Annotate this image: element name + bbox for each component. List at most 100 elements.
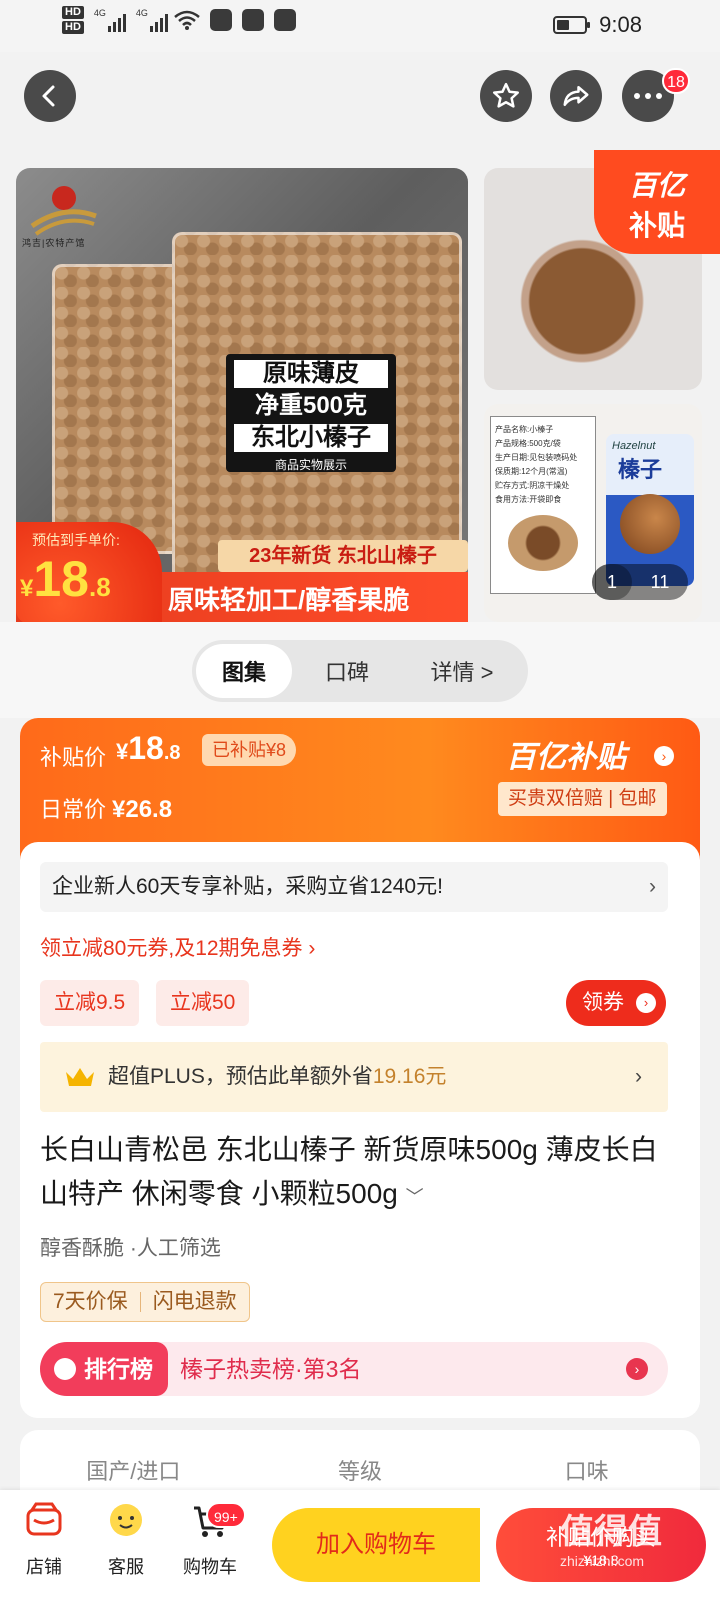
info-line: 产品规格:500克/袋 bbox=[495, 439, 561, 448]
chevron-right-icon: › bbox=[635, 1065, 642, 1088]
estimated-price-tag: 预估到手单价: ¥18.8 bbox=[16, 522, 162, 624]
guarantee-price-protect: 7天价保 bbox=[53, 1290, 128, 1313]
pager-total: 11 bbox=[650, 571, 670, 592]
daily-price-label: 日常价 bbox=[40, 797, 107, 822]
estimated-price-label: 预估到手单价: bbox=[32, 532, 120, 548]
hazelnut-bag-nut bbox=[620, 494, 680, 554]
status-right: 9:08 bbox=[553, 12, 642, 38]
coupon-chip-2[interactable]: 立减50 bbox=[156, 980, 250, 1026]
product-label: 原味薄皮 净重500克 东北小榛子 商品实物展示 bbox=[226, 354, 396, 472]
service-guarantees[interactable]: 7天价保 闪电退款 bbox=[40, 1282, 250, 1322]
app-notification-icon bbox=[241, 9, 264, 31]
price-card-body: 企业新人60天专享补贴，采购立省1240元! › 领立减80元券,及12期免息券… bbox=[20, 842, 700, 1418]
get-coupon-button[interactable]: 领券 › bbox=[566, 980, 666, 1026]
ranking-label: 排行榜 bbox=[40, 1342, 168, 1396]
subsidy-price: ¥18.8 bbox=[116, 730, 181, 767]
plus-savings-banner[interactable]: 超值PLUS，预估此单额外省19.16元 › bbox=[40, 1042, 668, 1112]
shop-button[interactable]: 店铺 bbox=[4, 1500, 84, 1579]
spec-flavor: 口味 bbox=[564, 1459, 609, 1484]
battery-icon bbox=[553, 16, 591, 34]
share-button[interactable] bbox=[550, 70, 602, 122]
more-icon bbox=[634, 93, 662, 99]
subsidy-price-int: 18 bbox=[128, 730, 164, 766]
chevron-right-icon: › bbox=[649, 875, 656, 898]
hazelnut-bag-cn: 榛子 bbox=[618, 457, 663, 482]
hd-icon-2: HD bbox=[62, 21, 84, 34]
daily-price: ¥26.8 bbox=[112, 796, 173, 823]
share-icon bbox=[563, 86, 589, 106]
tab-reviews[interactable]: 口碑 bbox=[292, 644, 402, 698]
estimated-price: ¥18.8 bbox=[20, 550, 111, 608]
hazelnut-bag-en: Hazelnut bbox=[612, 440, 656, 452]
add-to-cart-button[interactable]: 加入购物车 bbox=[272, 1508, 480, 1582]
yiyi-subsidy-link[interactable]: 百亿补贴 bbox=[506, 732, 626, 776]
ranking-label-text: 排行榜 bbox=[84, 1356, 153, 1382]
shop-logo-caption: 鸿吉|农特产馆 bbox=[22, 238, 86, 248]
signal-2-label: 4G bbox=[135, 8, 148, 18]
status-time: 9:08 bbox=[599, 12, 642, 37]
product-tags: 醇香酥脆 ·人工筛选 bbox=[40, 1237, 221, 1260]
chevron-down-icon: ﹀ bbox=[405, 1187, 424, 1207]
info-card: 产品名称:小榛子 产品规格:500克/袋 生产日期:见包装喷码处 保质期:12个… bbox=[490, 416, 596, 594]
status-bar: HD HD 4G 4G 9:08 bbox=[0, 0, 720, 52]
chevron-right-icon[interactable]: › bbox=[654, 746, 674, 766]
yiyi-badge-line-2: 补贴 bbox=[628, 210, 685, 241]
message-notification-icon bbox=[273, 9, 296, 31]
coupon-chip-1[interactable]: 立减9.5 bbox=[40, 980, 140, 1026]
tab-details[interactable]: 详情 > bbox=[402, 644, 522, 698]
info-line: 贮存方式:阴凉干燥处 bbox=[495, 481, 570, 490]
watermark: 值得值 zhizhizhi.com bbox=[560, 1500, 720, 1600]
favorite-button[interactable] bbox=[480, 70, 532, 122]
signal-1-label: 4G bbox=[93, 8, 106, 18]
coupon-link[interactable]: 领立减80元券,及12期免息券 › bbox=[40, 932, 315, 962]
info-line: 保质期:12个月(常温) bbox=[495, 467, 568, 476]
yiyi-badge-line-1: 百亿 bbox=[628, 170, 685, 201]
star-icon bbox=[493, 82, 519, 108]
price-card: 补贴价 ¥18.8 已补贴¥8 日常价 ¥26.8 百亿补贴 › 买贵双倍赔 | … bbox=[20, 718, 700, 1418]
enterprise-subsidy-banner[interactable]: 企业新人60天专享补贴，采购立省1240元! › bbox=[40, 862, 668, 912]
back-button[interactable] bbox=[24, 70, 76, 122]
label-line-2: 净重500克 bbox=[234, 392, 388, 420]
label-line-3: 东北小榛子 bbox=[234, 424, 388, 452]
enterprise-subsidy-text: 企业新人60天专享补贴，采购立省1240元! bbox=[52, 875, 443, 898]
ranking-banner[interactable]: 排行榜 榛子热卖榜·第3名 › bbox=[40, 1342, 668, 1396]
gallery-pager: 1 11 bbox=[592, 564, 688, 600]
yiyi-subsidy-badge: 百亿 补贴 bbox=[594, 150, 720, 254]
status-left: HD HD 4G 4G bbox=[62, 6, 296, 34]
tab-gallery[interactable]: 图集 bbox=[196, 644, 292, 698]
estimated-price-yen: ¥ bbox=[20, 575, 34, 602]
spec-grade: 等级 bbox=[338, 1459, 383, 1484]
spec-origin: 国产/进口 bbox=[86, 1459, 181, 1484]
label-line-1: 原味薄皮 bbox=[234, 360, 388, 388]
estimated-price-int: 18 bbox=[33, 551, 89, 607]
get-coupon-label: 领券 bbox=[582, 991, 624, 1014]
daily-price-row: 日常价 ¥26.8 bbox=[40, 792, 172, 824]
chevron-right-icon: › bbox=[626, 1358, 648, 1380]
guarantee-fast-refund: 闪电退款 bbox=[152, 1290, 237, 1313]
cart-label: 购物车 bbox=[183, 1557, 237, 1577]
plus-savings-text: 超值PLUS，预估此单额外省 bbox=[108, 1065, 373, 1088]
message-count-badge: 18 bbox=[662, 68, 690, 94]
info-line: 产品名称:小榛子 bbox=[495, 425, 554, 434]
label-line-4: 商品实物展示 bbox=[274, 458, 347, 472]
crown-icon bbox=[66, 1068, 94, 1086]
hd-indicators: HD HD bbox=[62, 6, 84, 34]
cart-count-badge: 99+ bbox=[206, 1502, 246, 1528]
customer-service-icon bbox=[110, 1504, 142, 1536]
watermark-url: zhizhizhi.com bbox=[560, 1553, 645, 1569]
customer-service-button[interactable]: 客服 bbox=[86, 1500, 166, 1579]
signal-icon-2: 4G bbox=[136, 8, 168, 32]
customer-service-label: 客服 bbox=[108, 1557, 144, 1577]
spec-summary[interactable]: 国产/进口 等级 口味 bbox=[20, 1430, 700, 1490]
subsidy-price-dec: .8 bbox=[163, 742, 181, 764]
subsidy-saved-pill: 已补贴¥8 bbox=[202, 734, 297, 766]
subsidy-price-yen: ¥ bbox=[116, 739, 129, 764]
gallery-tabs: 图集 口碑 详情 > bbox=[192, 640, 528, 702]
product-title[interactable]: 长白山青松邑 东北山榛子 新货原味500g 薄皮长白山特产 休闲零食 小颗粒50… bbox=[40, 1128, 680, 1219]
back-arrow-icon bbox=[42, 85, 55, 107]
shop-icon bbox=[26, 1502, 62, 1536]
new-goods-banner: 23年新货 东北山榛子 bbox=[218, 540, 468, 572]
nut-image bbox=[508, 515, 578, 571]
pager-current: 1 bbox=[592, 564, 632, 600]
chevron-right-icon: › bbox=[636, 993, 656, 1013]
